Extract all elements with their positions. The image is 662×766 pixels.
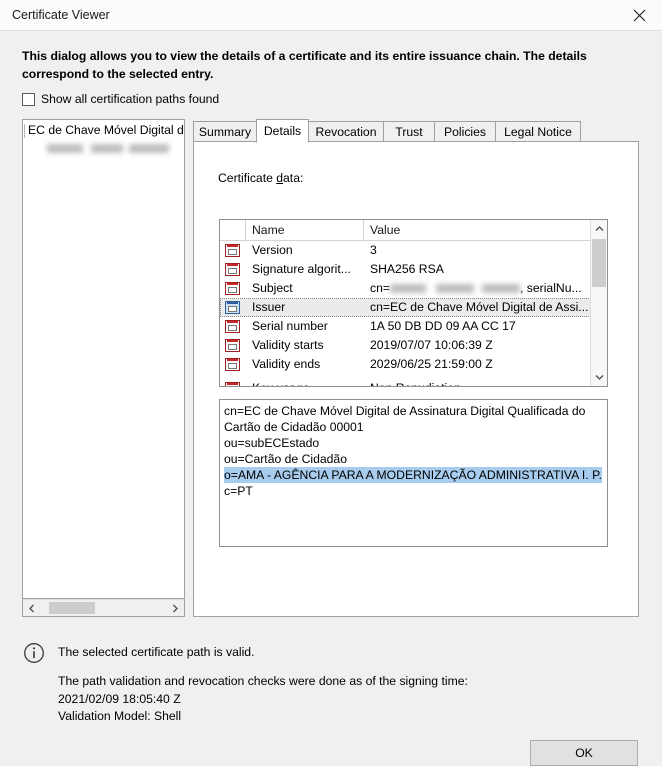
tab-summary[interactable]: Summary: [193, 121, 257, 142]
tree-item-root[interactable]: EC de Chave Móvel Digital d: [24, 123, 184, 138]
table-header: Name Value: [220, 220, 607, 241]
tab-revocation[interactable]: Revocation: [308, 121, 384, 142]
table-row[interactable]: Issuer cn=EC de Chave Móvel Digital de As…: [220, 298, 607, 317]
intro-text: This dialog allows you to view the detai…: [22, 49, 587, 81]
label-part-pre: Certificate: [218, 171, 277, 185]
cell-value: cn= , serialNu...: [370, 279, 592, 298]
table-row[interactable]: Validity starts 2019/07/07 10:06:39 Z: [220, 336, 607, 355]
tab-label: Trust: [395, 124, 423, 139]
cell-value: 3: [370, 243, 377, 257]
certificate-data-table[interactable]: Name Value Version 3 Signature algorit... S…: [219, 219, 608, 387]
label-part-post: ata:: [283, 171, 304, 185]
cell-value: 2019/07/07 10:06:39 Z: [370, 338, 493, 352]
tab-policies[interactable]: Policies: [434, 121, 496, 142]
detail-line: ou=subECEstado: [224, 436, 320, 450]
table-row[interactable]: Validity ends 2029/06/25 21:59:00 Z: [220, 355, 607, 374]
chevron-up-icon[interactable]: [591, 220, 607, 237]
detail-line: o=AMA - AGÊNCIA PARA A MODERNIZAÇÃO ADMI…: [224, 467, 603, 483]
show-all-paths-label: Show all certification paths found: [41, 92, 220, 106]
certificate-field-detail-box[interactable]: cn=EC de Chave Móvel Digital de Assinatu…: [219, 399, 608, 547]
certificate-path-tree[interactable]: EC de Chave Móvel Digital d: [22, 119, 185, 599]
certificate-field-icon: [225, 358, 240, 371]
table-row[interactable]: Subject cn= , serialNu...: [220, 279, 607, 298]
tab-label: Revocation: [315, 124, 377, 139]
cell-name: Version: [252, 243, 293, 257]
cell-value: 2029/06/25 21:59:00 Z: [370, 357, 493, 371]
table-row[interactable]: Version 3: [220, 241, 607, 260]
scrollbar-thumb[interactable]: [592, 239, 606, 287]
chevron-left-icon[interactable]: [23, 600, 40, 616]
column-header-name[interactable]: Name: [252, 220, 285, 240]
cell-name: Issuer: [252, 300, 286, 314]
tab-legal-notice[interactable]: Legal Notice: [495, 121, 581, 142]
certificate-field-icon: [225, 301, 240, 314]
certificate-field-icon: [225, 244, 240, 257]
tab-label: Summary: [198, 124, 252, 139]
cell-value-prefix: cn=: [370, 281, 390, 295]
details-tab-panel: Certificate data: Name Value Version 3 Sig…: [193, 141, 639, 617]
window-title: Certificate Viewer: [12, 8, 110, 22]
detail-line-selected: o=AMA - AGÊNCIA PARA A MODERNIZAÇÃO ADMI…: [224, 467, 603, 483]
checkbox-box[interactable]: [22, 92, 35, 106]
show-all-paths-checkbox[interactable]: Show all certification paths found: [22, 92, 219, 106]
tab-trust[interactable]: Trust: [383, 121, 435, 142]
status-detail-text: The path validation and revocation check…: [58, 674, 468, 723]
redacted-value: [390, 283, 520, 295]
cell-value: cn=EC de Chave Móvel Digital de Assi...: [370, 300, 589, 314]
label-accel-char: d: [276, 171, 284, 185]
cell-name: Validity starts: [252, 338, 324, 352]
table-row[interactable]: Serial number 1A 50 DB DD 09 AA CC 17: [220, 317, 607, 336]
tab-label: Policies: [444, 124, 486, 139]
dialog-body: This dialog allows you to view the detai…: [0, 31, 662, 766]
chevron-right-icon[interactable]: [167, 600, 184, 616]
certificate-field-icon: [225, 320, 240, 333]
ok-button[interactable]: OK: [530, 740, 638, 766]
certificate-field-icon: [225, 282, 240, 295]
tab-details[interactable]: Details: [256, 119, 309, 143]
status-valid-text: The selected certificate path is valid.: [58, 645, 255, 659]
detail-line: ou=Cartão de Cidadão: [224, 452, 347, 466]
cell-name: Signature algorit...: [252, 262, 351, 276]
cell-name: Validity ends: [252, 357, 321, 371]
cell-value: Non Repudiation: [370, 379, 592, 386]
redaction-bar: [47, 144, 83, 153]
certificate-field-icon: [225, 339, 240, 352]
column-divider: [245, 220, 246, 240]
scrollbar-thumb[interactable]: [49, 602, 95, 614]
cell-name: Serial number: [252, 319, 328, 333]
tab-strip: Summary Details Revocation Trust Policies Leg…: [193, 119, 639, 143]
certificate-field-icon: [225, 382, 240, 386]
redaction-bar: [436, 283, 474, 293]
cell-value: SHA256 RSA: [370, 262, 444, 276]
tree-horizontal-scrollbar[interactable]: [22, 599, 185, 617]
close-button[interactable]: [616, 0, 662, 30]
certificate-data-label: Certificate data:: [218, 171, 303, 185]
redaction-bar: [129, 144, 169, 153]
info-icon: [23, 642, 45, 664]
column-divider: [363, 220, 364, 240]
certificate-field-icon: [225, 263, 240, 276]
tab-label: Legal Notice: [504, 124, 572, 139]
table-row[interactable]: Signature algorit... SHA256 RSA: [220, 260, 607, 279]
title-bar: Certificate Viewer: [0, 0, 662, 31]
close-icon: [633, 9, 646, 22]
cell-value-suffix: , serialNu...: [520, 281, 582, 295]
redaction-bar: [91, 144, 123, 153]
column-header-value[interactable]: Value: [370, 220, 400, 240]
redaction-bar: [482, 283, 520, 293]
tab-label: Details: [263, 124, 302, 138]
cell-name: Subject: [252, 281, 293, 295]
redaction-bar: [390, 283, 426, 293]
detail-line: cn=EC de Chave Móvel Digital de Assinatu…: [224, 404, 589, 434]
table-vertical-scrollbar[interactable]: [590, 220, 607, 386]
table-row-partial[interactable]: Key usage Non Repudiation: [220, 379, 607, 386]
detail-line: c=PT: [224, 484, 253, 498]
table-body: Version 3 Signature algorit... SHA256 RSA Su…: [220, 241, 607, 386]
tree-item-child-redacted[interactable]: [47, 142, 175, 154]
cell-value: 1A 50 DB DD 09 AA CC 17: [370, 319, 516, 333]
cell-name: Key usage: [252, 379, 364, 386]
